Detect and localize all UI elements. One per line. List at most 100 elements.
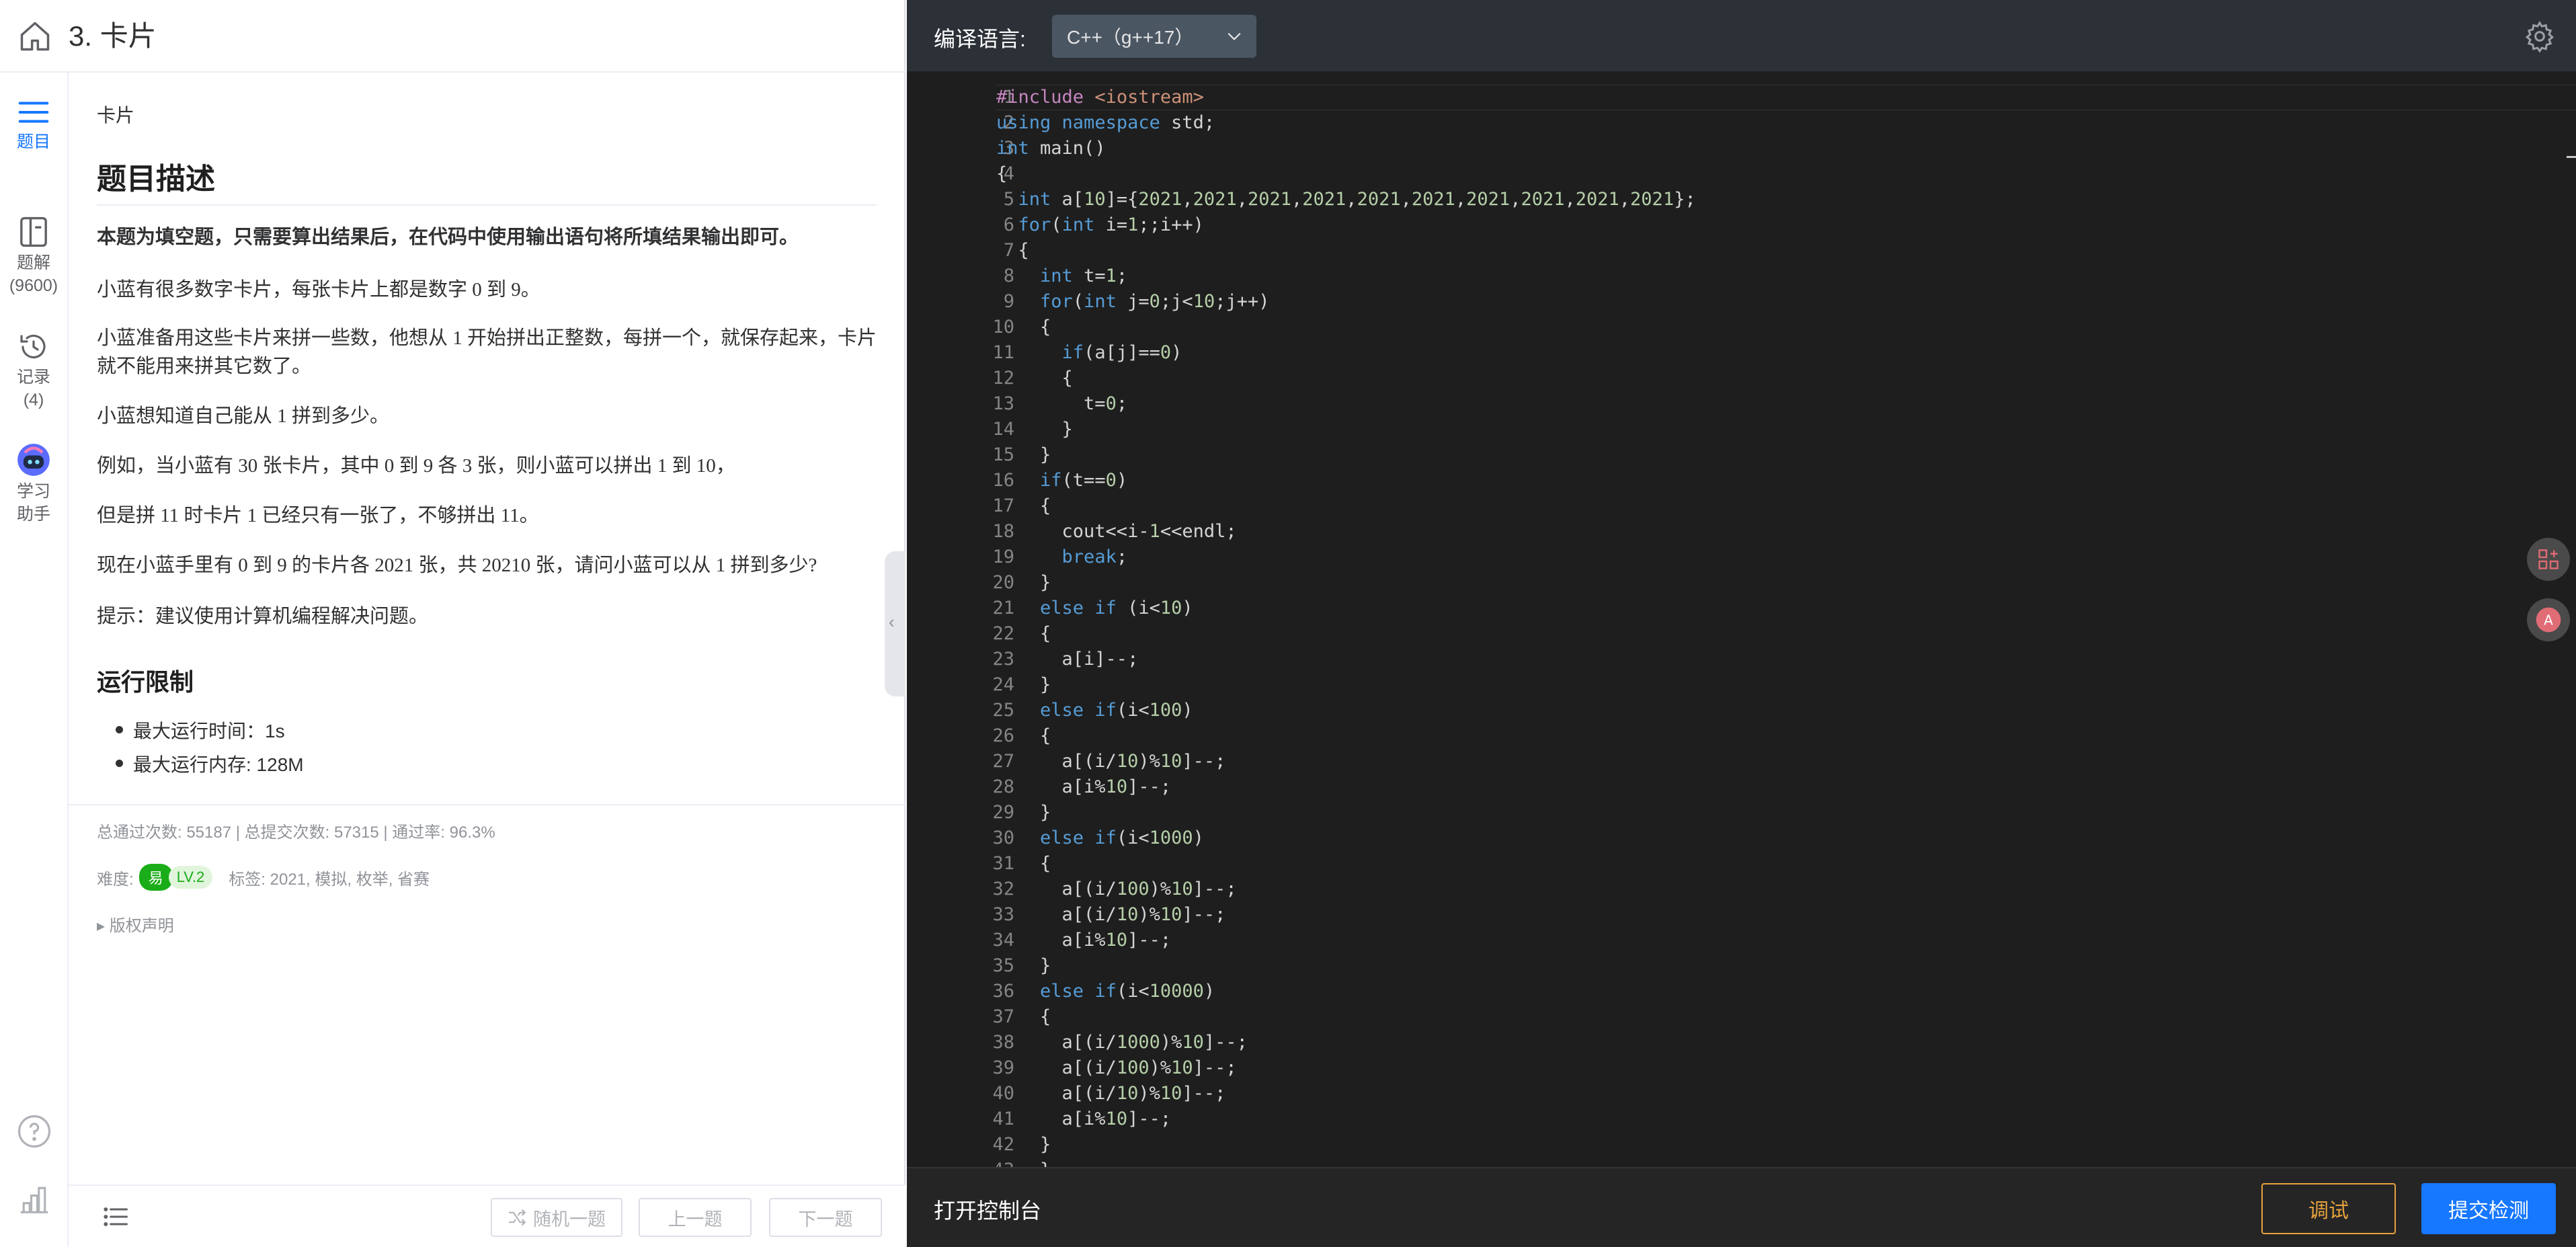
gear-icon[interactable]: [2524, 20, 2556, 52]
code-line[interactable]: if(a[j]==0): [996, 340, 1696, 366]
menu-list-icon[interactable]: [101, 1202, 130, 1232]
open-console-button[interactable]: 打开控制台: [934, 1194, 1041, 1225]
code-line[interactable]: {: [996, 238, 1696, 264]
code-line[interactable]: t=0;: [996, 391, 1696, 417]
code-line[interactable]: }: [996, 417, 1696, 442]
rail-count-solutions: (9600): [9, 276, 58, 295]
rail-label-assistant-1: 学习: [16, 482, 50, 501]
scrollbar-marker: [2567, 156, 2576, 158]
code-line[interactable]: {: [996, 1004, 1696, 1030]
divider: [69, 804, 905, 805]
code-line[interactable]: using namespace std;: [996, 110, 1696, 136]
code-line[interactable]: #include <iostream>: [996, 85, 1696, 110]
stats-icon[interactable]: [16, 1180, 52, 1217]
svg-text:A: A: [2544, 612, 2553, 629]
code-editor[interactable]: 1 2 3 4 5 6 7 8 9 10 11 12 13 14 15 16 17 18 19 20 21 22 23 24 2…: [907, 71, 2576, 1167]
copyright-toggle[interactable]: ▸ 版权声明: [97, 912, 174, 936]
code-line[interactable]: }: [996, 672, 1696, 698]
code-line[interactable]: for(int j=0;j<10;j++): [996, 289, 1696, 315]
random-problem-label: 随机一题: [533, 1209, 606, 1230]
code-line[interactable]: {: [996, 161, 1696, 187]
editor-toolbar: 编译语言: C++（g++17）: [907, 0, 2576, 71]
debug-button[interactable]: 调试: [2261, 1183, 2396, 1234]
code-line[interactable]: a[(i/100)%10]--;: [996, 1055, 1696, 1081]
rail-item-assistant[interactable]: 学习 助手: [0, 442, 67, 526]
prev-problem-button[interactable]: 上一题: [639, 1198, 752, 1237]
side-rail: 题目 题解 (9600) 记录 (4) 学习 助手: [0, 73, 69, 1247]
home-icon[interactable]: [17, 19, 52, 54]
random-problem-button[interactable]: 随机一题: [491, 1198, 622, 1237]
limit-memory: 最大运行内存: 128M: [116, 750, 304, 777]
code-editor-panel: 编译语言: C++（g++17） 1 2 3 4 5 6 7 8 9 10 11 12 13 14 15 16…: [907, 0, 2576, 1247]
code-line[interactable]: else if(i<100): [996, 698, 1696, 723]
divider: [97, 204, 877, 206]
code-line[interactable]: int t=1;: [996, 264, 1696, 289]
rail-item-solutions[interactable]: 题解 (9600): [0, 215, 67, 297]
code-line[interactable]: }: [996, 953, 1696, 979]
floating-translate-button[interactable]: A: [2527, 598, 2570, 641]
editor-footer: 打开控制台 调试 提交检测: [907, 1167, 2576, 1247]
code-line[interactable]: }: [996, 570, 1696, 596]
problem-header: 3. 卡片: [0, 0, 905, 73]
section-heading-description: 题目描述: [97, 163, 215, 196]
paragraph: 小蓝有很多数字卡片，每张卡片上都是数字 0 到 9。: [97, 279, 540, 300]
code-line[interactable]: int main(): [996, 136, 1696, 161]
paragraph-hint: 提示：建议使用计算机编程解决问题。: [97, 606, 429, 627]
paragraph: 现在小蓝手里有 0 到 9 的卡片各 2021 张，共 20210 张，请问小蓝…: [97, 555, 817, 576]
paragraph: 但是拼 11 时卡片 1 已经只有一张了，不够拼出 11。: [97, 505, 539, 526]
code-line[interactable]: else if(i<1000): [996, 826, 1696, 851]
code-line[interactable]: int a[10]={2021,2021,2021,2021,2021,2021…: [996, 187, 1696, 212]
submit-button[interactable]: 提交检测: [2421, 1183, 2556, 1234]
panel-collapse-handle[interactable]: ‹: [885, 551, 905, 696]
code-line[interactable]: a[(i/10)%10]--;: [996, 1081, 1696, 1107]
problem-panel: 3. 卡片 题目 题解 (9600) 记录 (4) 学习 助手 卡片 题目描述 …: [0, 0, 905, 1247]
code-line[interactable]: else if(i<10000): [996, 979, 1696, 1004]
code-line[interactable]: {: [996, 315, 1696, 340]
code-content[interactable]: #include <iostream> using namespace std; i…: [996, 85, 1696, 1167]
apps-add-icon: [2538, 549, 2559, 569]
code-line[interactable]: }: [996, 1132, 1696, 1158]
tags: 标签: 2021, 模拟, 枚举, 省赛: [229, 870, 430, 889]
code-line[interactable]: a[(i/10)%10]--;: [996, 902, 1696, 928]
code-line[interactable]: a[i%10]--;: [996, 1107, 1696, 1132]
list-icon: [18, 102, 49, 123]
code-line[interactable]: cout<<i-1<<endl;: [996, 519, 1696, 545]
rail-count-history: (4): [23, 391, 44, 409]
code-line[interactable]: if(t==0): [996, 468, 1696, 493]
code-line[interactable]: {: [996, 493, 1696, 519]
code-line[interactable]: a[(i/100)%10]--;: [996, 877, 1696, 902]
floating-tool-button[interactable]: [2527, 538, 2570, 581]
code-line[interactable]: a[i%10]--;: [996, 774, 1696, 800]
help-icon[interactable]: [16, 1113, 52, 1150]
code-line[interactable]: break;: [996, 545, 1696, 570]
code-line[interactable]: {: [996, 621, 1696, 647]
code-line[interactable]: }: [996, 800, 1696, 826]
rail-item-problem[interactable]: 题目: [0, 97, 67, 153]
difficulty-row: 难度: 易 LV.2 标签: 2021, 模拟, 枚举, 省赛: [97, 864, 430, 891]
code-line[interactable]: for(int i=1;;i++): [996, 212, 1696, 238]
code-line[interactable]: }: [996, 1158, 1696, 1167]
code-line[interactable]: a[(i/1000)%10]--;: [996, 1030, 1696, 1055]
code-line[interactable]: a[i]--;: [996, 647, 1696, 672]
page-title: 3. 卡片: [69, 20, 157, 52]
code-line[interactable]: {: [996, 366, 1696, 391]
code-line[interactable]: {: [996, 723, 1696, 749]
code-line[interactable]: }: [996, 442, 1696, 468]
paragraph: 小蓝想知道自己能从 1 拼到多少。: [97, 405, 390, 427]
translate-icon: A: [2536, 607, 2561, 633]
rail-label-history: 记录: [16, 368, 50, 387]
language-value: C++（g++17）: [1067, 27, 1194, 48]
rail-label-assistant-2: 助手: [16, 505, 50, 524]
rail-item-history[interactable]: 记录 (4): [0, 331, 67, 411]
language-select[interactable]: C++（g++17）: [1052, 15, 1256, 58]
section-heading-limits: 运行限制: [97, 669, 194, 696]
code-line[interactable]: {: [996, 851, 1696, 877]
shuffle-icon: [508, 1209, 526, 1225]
code-line[interactable]: a[i%10]--;: [996, 928, 1696, 953]
limit-time: 最大运行时间：1s: [116, 717, 285, 743]
code-line[interactable]: else if (i<10): [996, 596, 1696, 621]
language-label: 编译语言:: [934, 27, 1026, 51]
next-problem-button[interactable]: 下一题: [769, 1198, 882, 1237]
code-line[interactable]: a[(i/10)%10]--;: [996, 749, 1696, 774]
submission-stats: 总通过次数: 55187 | 总提交次数: 57315 | 通过率: 96.3%: [97, 823, 495, 842]
